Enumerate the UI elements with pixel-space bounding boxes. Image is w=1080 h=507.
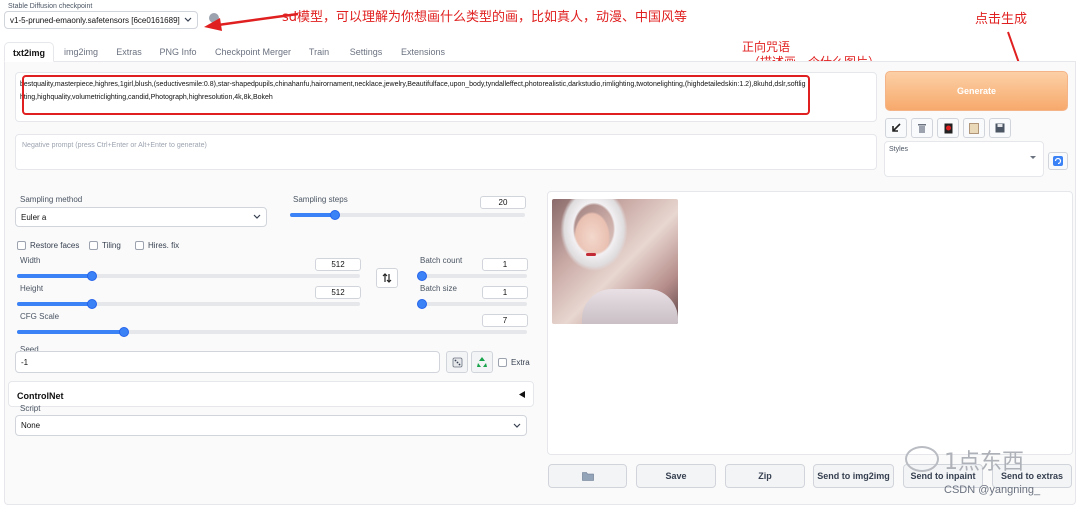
script-value: None [21,421,41,430]
send-to-img2img-button[interactable]: Send to img2img [813,464,894,488]
checkpoint-label: Stable Diffusion checkpoint [8,3,93,10]
checkpoint-dropdown[interactable]: v1-5-pruned-emaonly.safetensors [6ce0161… [4,11,198,29]
tab-train[interactable]: Train [302,42,336,62]
sampling-steps-label: Sampling steps [293,195,348,204]
negative-prompt-placeholder: Negative prompt (press Ctrl+Enter or Alt… [22,142,207,149]
height-slider[interactable] [17,299,360,309]
batch-count-slider[interactable] [417,271,527,281]
red-card-icon[interactable] [937,118,959,138]
refresh-styles-button[interactable] [1048,152,1068,170]
random-seed-button[interactable] [446,351,468,373]
chevron-down-icon [513,423,521,429]
open-folder-button[interactable] [548,464,627,488]
save-style-icon[interactable] [989,118,1011,138]
generate-button[interactable]: Generate [885,71,1068,111]
swap-dimensions-button[interactable] [376,268,398,288]
batch-count-value[interactable]: 1 [482,258,528,271]
batch-size-slider[interactable] [417,299,527,309]
annotation-model: sd模型，可以理解为你想画什么类型的画，比如真人，动漫、中国风等 [282,10,688,25]
folder-icon [581,471,594,481]
cfg-scale-value[interactable]: 7 [482,314,528,327]
trash-icon[interactable] [911,118,933,138]
reuse-seed-button[interactable] [471,351,493,373]
prompt-highlight [22,75,810,115]
watermark-credit: CSDN @yangning_ [944,484,1041,496]
tab-extras[interactable]: Extras [110,42,148,62]
recycle-icon [476,356,488,368]
styles-label: Styles [889,146,909,153]
chevron-down-icon [253,214,261,220]
restore-faces-checkbox[interactable] [17,241,26,250]
restore-faces-label: Restore faces [30,241,80,250]
hires-fix-checkbox[interactable] [135,241,144,250]
zip-button[interactable]: Zip [725,464,805,488]
tab-img2img[interactable]: img2img [58,42,104,62]
tab-txt2img[interactable]: txt2img [4,42,54,62]
controlnet-label: ControlNet [17,391,64,401]
annotation-generate: 点击生成 [975,12,1028,27]
tiling-checkbox[interactable] [89,241,98,250]
swap-arrows-icon [382,273,392,283]
cfg-scale-slider[interactable] [17,327,527,337]
watermark-brand: 1点东西 [944,450,1024,475]
script-label: Script [20,404,41,413]
styles-chevron-icon[interactable] [1030,156,1036,160]
sampling-steps-slider[interactable] [290,210,525,220]
wechat-logo-icon [905,446,939,472]
tab-checkpoint-merger[interactable]: Checkpoint Merger [208,42,298,62]
sampling-method-label: Sampling method [20,195,83,204]
width-label: Width [20,256,41,265]
sampling-method-value: Euler a [21,212,47,222]
dice-icon [452,357,463,368]
refresh-icon [1053,156,1063,166]
extra-seed-checkbox[interactable] [498,358,507,367]
collapse-arrow-icon [519,391,525,398]
seed-input[interactable]: -1 [15,351,440,373]
script-dropdown[interactable]: None [15,415,527,436]
batch-size-value[interactable]: 1 [482,286,528,299]
checkpoint-value: v1-5-pruned-emaonly.safetensors [6ce0161… [10,15,180,25]
tab-png-info[interactable]: PNG Info [154,42,202,62]
generated-image-thumbnail[interactable] [552,199,678,324]
width-slider[interactable] [17,271,360,281]
tab-extensions[interactable]: Extensions [396,42,450,62]
note-icon[interactable] [963,118,985,138]
chevron-down-icon [184,17,192,23]
save-button[interactable]: Save [636,464,716,488]
batch-size-label: Batch size [420,284,457,293]
sampling-method-dropdown[interactable]: Euler a [15,207,267,227]
controlnet-accordion[interactable]: ControlNet [8,381,534,407]
negative-prompt-textarea[interactable]: Negative prompt (press Ctrl+Enter or Alt… [15,134,877,170]
sampling-steps-value[interactable]: 20 [480,196,526,209]
height-label: Height [20,284,44,293]
paste-arrow-icon[interactable] [885,118,907,138]
cfg-scale-label: CFG Scale [20,312,60,321]
hires-fix-label: Hires. fix [148,241,180,250]
height-value[interactable]: 512 [315,286,361,299]
styles-container: Styles [884,141,1044,177]
width-value[interactable]: 512 [315,258,361,271]
portrait-shoulders [582,289,678,324]
extra-seed-label: Extra [511,358,530,367]
seed-value: -1 [21,357,29,367]
tab-settings[interactable]: Settings [342,42,390,62]
batch-count-label: Batch count [420,256,463,265]
tiling-label: Tiling [102,241,121,250]
portrait-lips [586,253,596,256]
